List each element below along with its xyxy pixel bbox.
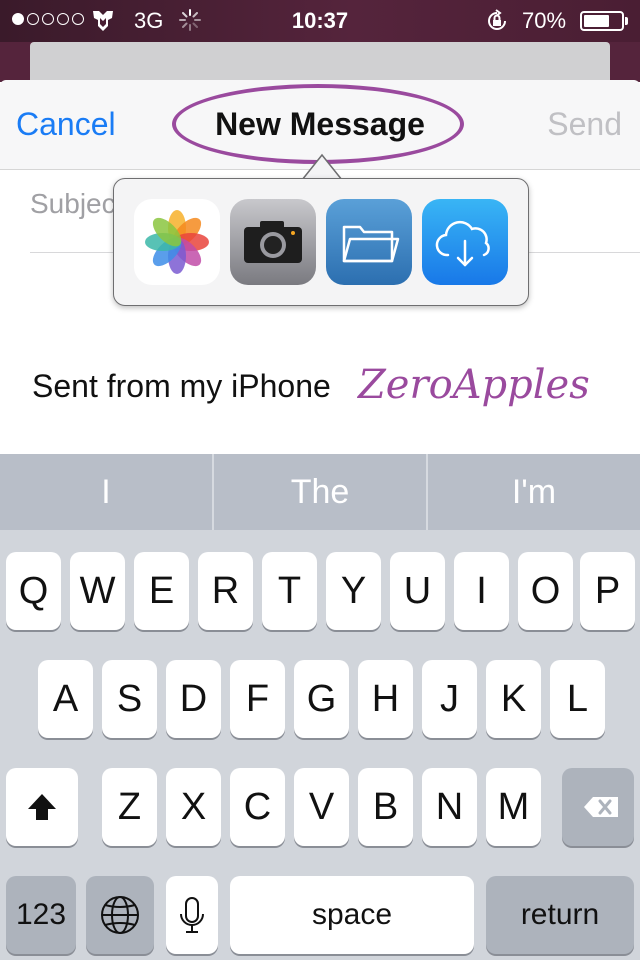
popover-arrow <box>302 153 342 181</box>
folder-icon[interactable] <box>326 199 412 285</box>
key-l[interactable]: L <box>550 660 605 738</box>
key-j[interactable]: J <box>422 660 477 738</box>
send-button[interactable]: Send <box>547 106 622 143</box>
icloud-download-icon[interactable] <box>422 199 508 285</box>
keyboard: I The I'm Q W E R T Y U I O P A S D F G … <box>0 454 640 960</box>
suggestion-1[interactable]: I <box>0 454 212 530</box>
message-body[interactable]: Sent from my iPhone <box>32 368 331 405</box>
key-y[interactable]: Y <box>326 552 381 630</box>
key-c[interactable]: C <box>230 768 285 846</box>
microphone-icon <box>180 897 204 933</box>
key-k[interactable]: K <box>486 660 541 738</box>
dictation-key[interactable] <box>166 876 218 954</box>
battery-nub <box>625 17 628 25</box>
key-r[interactable]: R <box>198 552 253 630</box>
key-u[interactable]: U <box>390 552 445 630</box>
key-a[interactable]: A <box>38 660 93 738</box>
background-sheet <box>30 42 610 82</box>
globe-key[interactable] <box>86 876 154 954</box>
shift-icon <box>28 794 56 820</box>
space-key[interactable]: space <box>230 876 474 954</box>
key-g[interactable]: G <box>294 660 349 738</box>
battery-level <box>584 15 609 27</box>
subject-field[interactable]: Subject <box>30 188 123 220</box>
key-m[interactable]: M <box>486 768 541 846</box>
delete-key[interactable] <box>562 768 634 846</box>
shift-key[interactable] <box>6 768 78 846</box>
suggestion-3[interactable]: I'm <box>428 454 640 530</box>
rotation-lock-icon <box>484 8 510 34</box>
suggestion-2[interactable]: The <box>214 454 426 530</box>
key-b[interactable]: B <box>358 768 413 846</box>
key-e[interactable]: E <box>134 552 189 630</box>
key-t[interactable]: T <box>262 552 317 630</box>
key-i[interactable]: I <box>454 552 509 630</box>
attachment-popover <box>113 178 529 306</box>
key-p[interactable]: P <box>580 552 635 630</box>
key-d[interactable]: D <box>166 660 221 738</box>
watermark-text: ZeroApples <box>358 362 590 408</box>
key-f[interactable]: F <box>230 660 285 738</box>
key-n[interactable]: N <box>422 768 477 846</box>
status-bar: 3G 10:37 70% <box>0 0 640 42</box>
battery-percent: 70% <box>522 8 567 33</box>
key-x[interactable]: X <box>166 768 221 846</box>
key-o[interactable]: O <box>518 552 573 630</box>
predictive-bar: I The I'm <box>0 454 640 530</box>
title-highlight-circle <box>172 84 464 164</box>
numbers-key[interactable]: 123 <box>6 876 76 954</box>
key-v[interactable]: V <box>294 768 349 846</box>
camera-icon[interactable] <box>230 199 316 285</box>
photos-icon[interactable] <box>134 199 220 285</box>
key-z[interactable]: Z <box>102 768 157 846</box>
globe-icon <box>101 896 139 934</box>
key-w[interactable]: W <box>70 552 125 630</box>
backspace-icon <box>584 797 618 817</box>
key-h[interactable]: H <box>358 660 413 738</box>
battery-icon <box>580 11 628 31</box>
return-key[interactable]: return <box>486 876 634 954</box>
key-s[interactable]: S <box>102 660 157 738</box>
key-q[interactable]: Q <box>6 552 61 630</box>
